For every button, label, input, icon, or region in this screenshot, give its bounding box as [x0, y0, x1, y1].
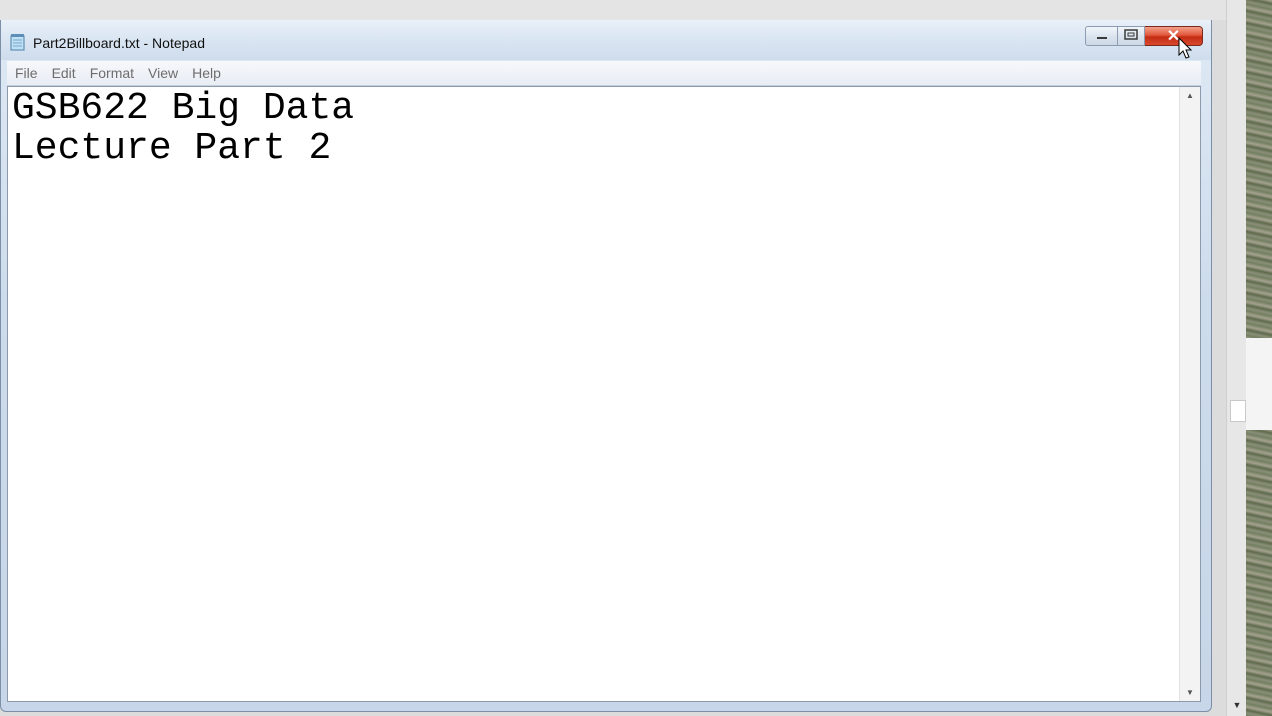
menu-format[interactable]: Format — [83, 61, 141, 85]
window-title: Part2Billboard.txt - Notepad — [33, 35, 205, 51]
minimize-icon — [1096, 27, 1108, 45]
title-bar[interactable]: Part2Billboard.txt - Notepad ✕ — [1, 20, 1211, 60]
notepad-icon — [9, 33, 27, 51]
background-white-band — [1246, 338, 1272, 430]
editor-vertical-scrollbar[interactable]: ▲ ▼ — [1179, 87, 1200, 701]
menu-file[interactable]: File — [7, 61, 45, 85]
close-button[interactable]: ✕ — [1145, 26, 1203, 46]
minimize-button[interactable] — [1085, 26, 1118, 46]
menu-view[interactable]: View — [141, 61, 185, 85]
scroll-up-arrow-icon[interactable]: ▲ — [1180, 91, 1200, 100]
mouse-pointer-icon — [1178, 36, 1194, 61]
scroll-down-arrow-icon[interactable]: ▼ — [1227, 700, 1247, 710]
maximize-button[interactable] — [1118, 26, 1145, 46]
desktop-background-photo — [1246, 0, 1272, 716]
maximize-icon — [1124, 27, 1138, 45]
menu-help[interactable]: Help — [185, 61, 228, 85]
background-window-scrollbar[interactable]: ▼ — [1226, 0, 1247, 716]
notepad-window: Part2Billboard.txt - Notepad ✕ File Edit… — [0, 20, 1212, 712]
text-editor-area[interactable]: GSB622 Big Data Lecture Part 2 ▲ ▼ — [7, 86, 1201, 702]
document-text[interactable]: GSB622 Big Data Lecture Part 2 — [12, 89, 1176, 169]
desktop-top-strip — [0, 0, 1226, 20]
menu-bar: File Edit Format View Help — [7, 61, 1201, 86]
menu-edit[interactable]: Edit — [45, 61, 83, 85]
scroll-down-arrow-icon[interactable]: ▼ — [1180, 688, 1200, 697]
background-scroll-thumb[interactable] — [1230, 400, 1246, 422]
